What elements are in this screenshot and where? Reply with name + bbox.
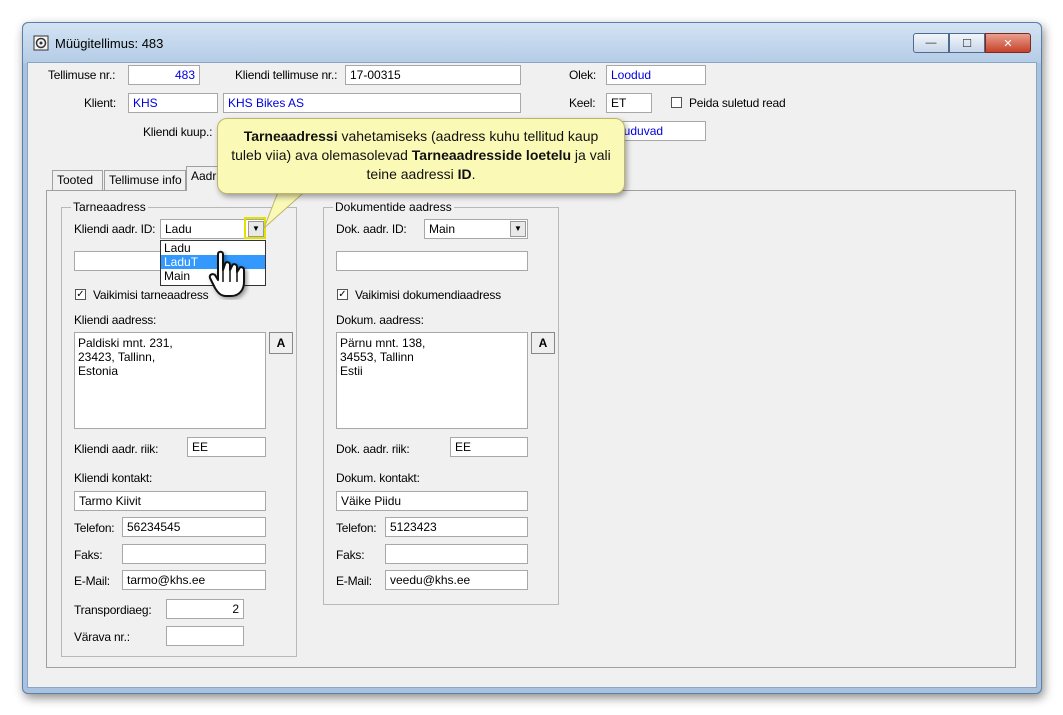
- delivery-default-checkbox[interactable]: ✓: [75, 289, 86, 300]
- hide-closed-label: Peida suletud read: [689, 96, 786, 110]
- documents-group-title: Dokumentide aadress: [333, 200, 454, 214]
- tab-tooted[interactable]: Tooted: [52, 170, 103, 190]
- language-field[interactable]: ET: [606, 93, 652, 113]
- client-name-field[interactable]: KHS Bikes AS: [223, 93, 521, 113]
- documents-fax-field[interactable]: [385, 544, 528, 564]
- delivery-address-button[interactable]: A: [269, 332, 293, 354]
- client-code-field[interactable]: KHS: [128, 93, 218, 113]
- state-label: Olek:: [569, 68, 597, 82]
- transport-time-field[interactable]: 2: [166, 599, 244, 619]
- delivery-phone-label: Telefon:: [74, 521, 115, 535]
- client-label: Klient:: [84, 96, 116, 110]
- documents-phone-label: Telefon:: [336, 521, 377, 535]
- documents-addr-name-field[interactable]: [336, 251, 528, 271]
- documents-address-textarea[interactable]: Pärnu mnt. 138, 34553, Tallinn Estii: [336, 332, 528, 429]
- documents-default-label: Vaikimisi dokumendiaadress: [355, 288, 501, 302]
- delivery-group-title: Tarneaadress: [71, 200, 148, 214]
- client-order-field[interactable]: 17-00315: [345, 65, 521, 85]
- delivery-fax-label: Faks:: [74, 548, 103, 562]
- documents-addr-id-value: Main: [429, 222, 456, 236]
- delivery-email-field[interactable]: tarmo@khs.ee: [122, 570, 266, 590]
- tooltip-bold-2: Tarneaadresside loetelu: [411, 147, 572, 163]
- tooltip-text-3: .: [471, 166, 476, 182]
- documents-addr-id-label: Dok. aadr. ID:: [336, 222, 407, 236]
- client-date-label: Kliendi kuup.:: [143, 125, 213, 139]
- tooltip-callout: Tarneaadressi vahetamiseks (aadress kuhu…: [217, 118, 625, 194]
- delivery-country-label: Kliendi aadr. riik:: [74, 442, 159, 456]
- documents-phone-field[interactable]: 5123423: [385, 517, 528, 537]
- close-button[interactable]: ✕: [985, 33, 1031, 53]
- hide-closed-checkbox[interactable]: [671, 97, 682, 108]
- documents-email-field[interactable]: veedu@khs.ee: [385, 570, 528, 590]
- documents-address-button[interactable]: A: [531, 332, 555, 354]
- delivery-email-label: E-Mail:: [74, 574, 110, 588]
- documents-contact-label: Dokum. kontakt:: [336, 471, 420, 485]
- tooltip-bold-1: Tarneaadressi: [243, 128, 338, 144]
- minimize-button[interactable]: —: [913, 33, 949, 53]
- delivery-addr-id-label: Kliendi aadr. ID:: [74, 222, 156, 236]
- documents-default-checkbox[interactable]: ✓: [337, 289, 348, 300]
- transport-time-label: Transpordiaeg:: [74, 603, 152, 617]
- client-order-label: Kliendi tellimuse nr.:: [235, 68, 338, 82]
- maximize-button[interactable]: ☐: [949, 33, 985, 53]
- delivery-addr-id-value: Ladu: [165, 222, 192, 236]
- documents-contact-field[interactable]: Väike Piidu: [336, 491, 528, 511]
- app-icon: [33, 35, 49, 51]
- tab-tellimuse-info[interactable]: Tellimuse info: [104, 170, 186, 190]
- title-bar[interactable]: Müügitellimus: 483 — ☐ ✕: [23, 23, 1041, 63]
- chevron-down-icon[interactable]: ▼: [510, 221, 526, 237]
- documents-addr-id-combo[interactable]: Main ▼: [424, 219, 528, 239]
- gate-nr-label: Värava nr.:: [74, 630, 130, 644]
- delivery-contact-label: Kliendi kontakt:: [74, 471, 153, 485]
- delivery-country-field[interactable]: EE: [187, 437, 266, 457]
- delivery-fax-field[interactable]: [122, 544, 266, 564]
- delivery-default-label: Vaikimisi tarneaadress: [93, 288, 209, 302]
- hand-cursor-icon: [208, 250, 245, 297]
- documents-country-field[interactable]: EE: [450, 437, 528, 457]
- documents-country-label: Dok. aadr. riik:: [336, 442, 410, 456]
- order-nr-label: Tellimuse nr.:: [48, 68, 116, 82]
- delivery-address-label: Kliendi aadress:: [74, 313, 157, 327]
- documents-email-label: E-Mail:: [336, 574, 372, 588]
- documents-address-label: Dokum. aadress:: [336, 313, 424, 327]
- delivery-address-textarea[interactable]: Paldiski mnt. 231, 23423, Tallinn, Eston…: [74, 332, 266, 429]
- language-label: Keel:: [569, 96, 596, 110]
- gate-nr-field[interactable]: [166, 626, 244, 646]
- documents-fax-label: Faks:: [336, 548, 365, 562]
- delivery-contact-field[interactable]: Tarmo Kiivit: [74, 491, 266, 511]
- tooltip-bold-3: ID: [457, 166, 472, 182]
- state-field[interactable]: Loodud: [606, 65, 706, 85]
- window-title: Müügitellimus: 483: [55, 36, 164, 51]
- delivery-phone-field[interactable]: 56234545: [122, 517, 266, 537]
- order-nr-field[interactable]: 483: [128, 65, 200, 85]
